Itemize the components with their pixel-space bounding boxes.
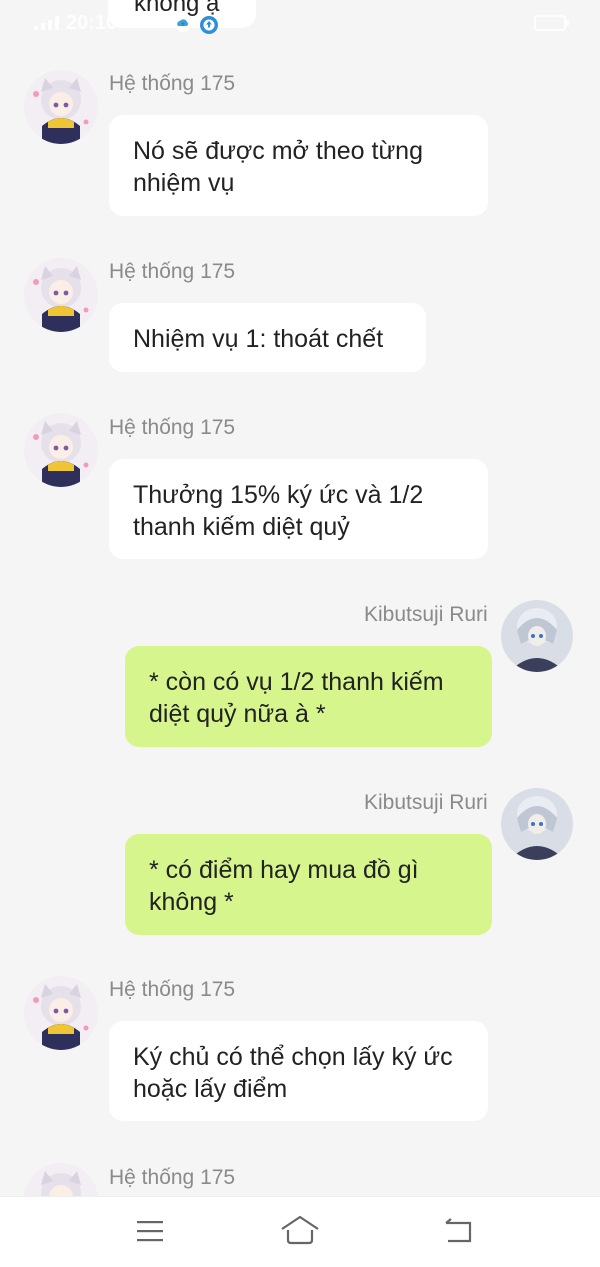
avatar[interactable] — [24, 258, 98, 332]
home-icon[interactable] — [280, 1213, 320, 1247]
message-bubble[interactable]: Ký chủ có thể chọn lấy ký ức hoặc lấy đi… — [109, 1021, 488, 1121]
back-icon[interactable] — [442, 1215, 474, 1247]
message-bubble[interactable]: Nhiệm vụ 1: thoát chết — [109, 303, 426, 372]
avatar[interactable] — [24, 976, 98, 1050]
sender-name: Hệ thống 175 — [109, 72, 236, 95]
navigation-bar — [0, 1196, 600, 1267]
sender-name: Hệ thống 175 — [109, 416, 236, 439]
sender-name: Hệ thống 175 — [109, 1166, 236, 1189]
avatar[interactable] — [24, 70, 98, 144]
sender-name: Hệ thống 175 — [109, 978, 236, 1001]
status-time: 20:10 — [66, 12, 118, 34]
message-bubble[interactable]: Nó sẽ được mở theo từng nhiệm vụ — [109, 115, 488, 216]
cloud-upload-icon — [175, 16, 191, 32]
menu-icon[interactable] — [134, 1215, 166, 1247]
upload-app-icon — [200, 16, 218, 34]
battery-icon — [534, 15, 569, 31]
sender-name: Kibutsuji Ruri — [364, 603, 488, 626]
sender-name: Kibutsuji Ruri — [364, 791, 488, 814]
avatar[interactable] — [501, 600, 573, 672]
status-bar: 20:10 — [0, 0, 600, 48]
message-bubble[interactable]: * có điểm hay mua đồ gì không * — [125, 834, 492, 935]
signal-icon — [34, 16, 59, 30]
avatar[interactable] — [501, 788, 573, 860]
sender-name: Hệ thống 175 — [109, 260, 236, 283]
avatar[interactable] — [24, 413, 98, 487]
message-bubble[interactable]: Thưởng 15% ký ức và 1/2 thanh kiếm diệt … — [109, 459, 488, 559]
message-bubble[interactable]: * còn có vụ 1/2 thanh kiếm diệt quỷ nữa … — [125, 646, 492, 747]
